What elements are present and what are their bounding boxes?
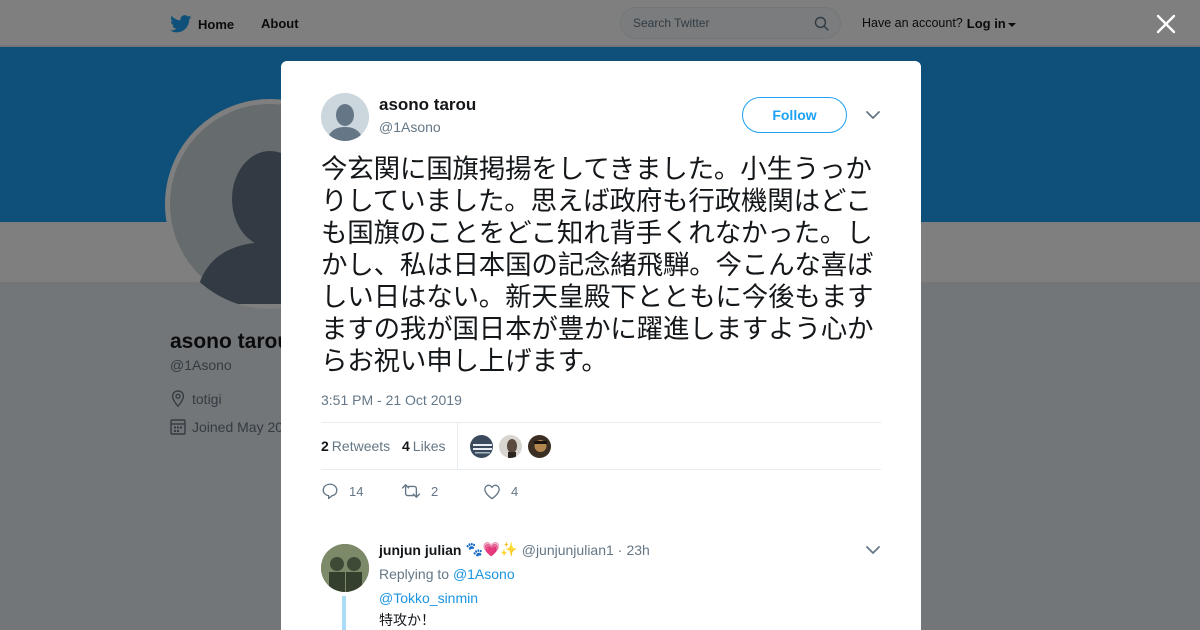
retweets-count: 2	[321, 438, 329, 454]
stats-divider	[457, 423, 458, 469]
reply-icon	[322, 483, 338, 500]
replying-to-label: Replying to	[379, 566, 450, 582]
liker-avatar[interactable]	[527, 434, 552, 459]
reply-count: 14	[349, 483, 364, 499]
reply-separator: ·	[617, 541, 623, 558]
reply-author-emoji: 🐾💗✨	[465, 541, 518, 557]
liker-avatar-image	[470, 435, 493, 458]
tweet-timestamp[interactable]: 3:51 PM - 21 Oct 2019	[321, 392, 462, 408]
reply-author-handle[interactable]: @junjunjulian1	[522, 542, 614, 558]
retweet-count: 2	[431, 483, 439, 499]
close-icon[interactable]	[1154, 12, 1178, 36]
tweet-text: 今玄関に国旗掲揚をしてきました。小生うっかりしていました。思えば政府も行政機関は…	[321, 154, 874, 376]
liker-avatar-image	[528, 435, 551, 458]
reply-author-name[interactable]: junjun julian	[379, 542, 461, 558]
thread-line	[342, 596, 346, 630]
retweet-icon	[401, 484, 421, 498]
likes-stat[interactable]: 4 Likes	[402, 438, 445, 454]
replying-to-handle[interactable]: @1Asono	[453, 566, 515, 582]
reply-time[interactable]: 23h	[626, 542, 649, 558]
chevron-down-icon[interactable]	[865, 109, 881, 121]
chevron-down-icon[interactable]	[865, 544, 881, 556]
reply-author-avatar[interactable]	[321, 544, 369, 592]
retweet-action[interactable]: 2	[401, 482, 483, 500]
liker-avatar[interactable]	[498, 434, 523, 459]
heart-icon	[484, 484, 500, 499]
author-name[interactable]: asono tarou	[379, 95, 476, 115]
like-count: 4	[511, 483, 519, 499]
retweets-stat[interactable]: 2 Retweets	[321, 438, 390, 454]
retweets-label: Retweets	[331, 438, 391, 454]
likes-count: 4	[402, 438, 410, 454]
reply-action[interactable]: 14	[321, 482, 401, 500]
reply-avatar-image	[321, 544, 369, 592]
like-action[interactable]: 4	[483, 483, 518, 500]
tweet-stats: 2 Retweets 4 Likes	[321, 422, 881, 470]
reply-header: junjun julian 🐾💗✨ @junjunjulian1 · 23h	[379, 541, 650, 558]
liker-avatar[interactable]	[469, 434, 494, 459]
tweet-modal: asono tarou @1Asono Follow 今玄関に国旗掲揚をしてきま…	[281, 61, 921, 630]
liker-avatar-image	[499, 435, 522, 458]
likes-label: Likes	[412, 438, 446, 454]
author-avatar[interactable]	[321, 93, 369, 141]
tweet-actions: 14 2 4	[321, 481, 518, 501]
default-avatar-icon	[321, 93, 369, 141]
reply-text: 特攻か！	[379, 612, 435, 628]
reply-mention[interactable]: @Tokko_sinmin	[379, 590, 478, 606]
replying-to: Replying to @1Asono	[379, 566, 515, 582]
follow-button[interactable]: Follow	[742, 97, 847, 133]
author-handle[interactable]: @1Asono	[379, 119, 441, 135]
